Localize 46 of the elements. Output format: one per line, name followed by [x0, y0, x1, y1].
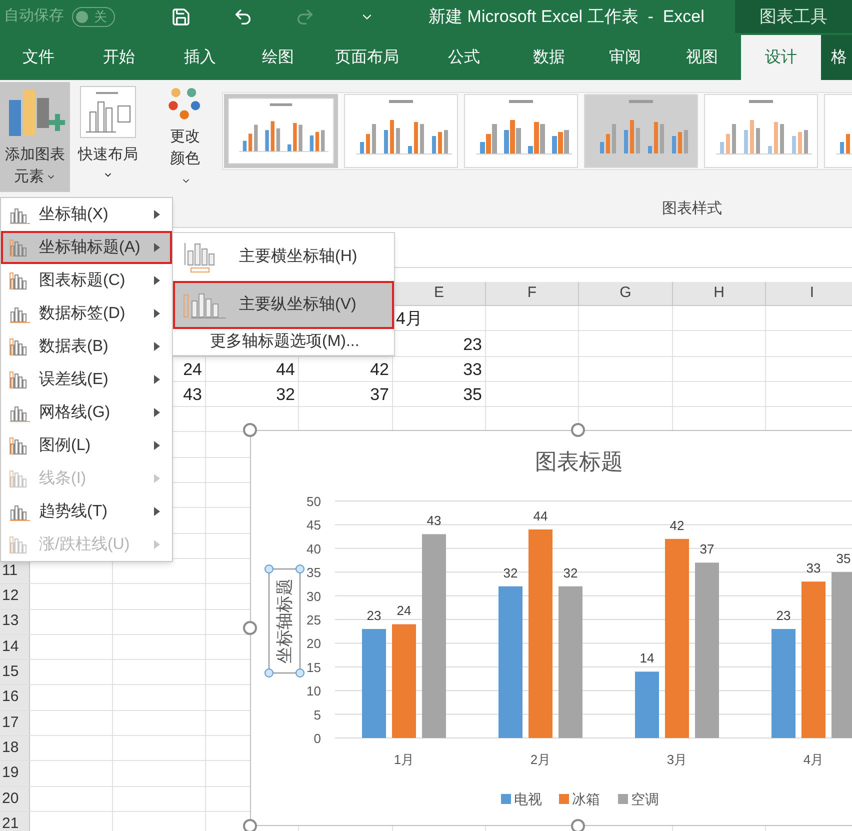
y-axis-label: 0: [314, 731, 321, 746]
window-title: 新建 Microsoft Excel 工作表 - Excel: [428, 6, 706, 28]
table-cell: 23: [463, 334, 482, 356]
table-cell: 24: [183, 358, 202, 381]
data-label: 44: [533, 508, 548, 524]
autosave-label: 自动保存: [4, 6, 64, 26]
chart-title: 图表标题: [535, 449, 623, 474]
table-cell: 4月: [396, 308, 422, 330]
y-axis-label: 20: [306, 636, 321, 652]
table-cell: 42: [370, 358, 389, 381]
legend-label: 空调: [631, 791, 659, 807]
data-label: 14: [640, 650, 654, 666]
data-label: 42: [670, 518, 684, 533]
data-label: 23: [776, 608, 791, 623]
y-axis-title: 坐标轴标题: [275, 578, 294, 664]
data-label: 24: [396, 603, 412, 618]
y-axis-label: 50: [306, 494, 321, 509]
table-cell: 37: [370, 384, 389, 406]
y-axis-label: 30: [306, 588, 321, 604]
table-cell: 35: [463, 384, 482, 406]
data-label: 37: [700, 542, 714, 557]
table-cell: 32: [276, 384, 295, 406]
y-axis-label: 35: [306, 565, 321, 580]
context-label: 图表工具: [760, 6, 828, 28]
data-label: 23: [366, 608, 382, 623]
legend-label: 冰箱: [572, 791, 600, 807]
data-label: 35: [836, 551, 851, 566]
table-cell: 33: [463, 358, 482, 381]
data-label: 43: [426, 513, 442, 528]
x-axis-label: 4月: [803, 752, 824, 767]
table-cell: 44: [276, 358, 295, 381]
x-axis-label: 2月: [530, 752, 551, 767]
group-label: 图表样式: [662, 199, 722, 219]
y-axis-label: 5: [314, 707, 321, 722]
y-axis-label: 45: [306, 518, 321, 533]
x-axis-label: 3月: [666, 752, 688, 767]
y-axis-label: 40: [306, 541, 321, 556]
legend-label: 电视: [514, 791, 542, 807]
y-axis-label: 15: [306, 660, 321, 675]
data-label: 32: [563, 565, 578, 580]
y-axis-label: 10: [306, 684, 321, 699]
data-label: 33: [806, 560, 821, 576]
x-axis-label: 1月: [394, 752, 414, 767]
y-axis-label: 25: [306, 612, 321, 628]
data-label: 32: [503, 565, 518, 580]
table-cell: 43: [183, 384, 202, 406]
